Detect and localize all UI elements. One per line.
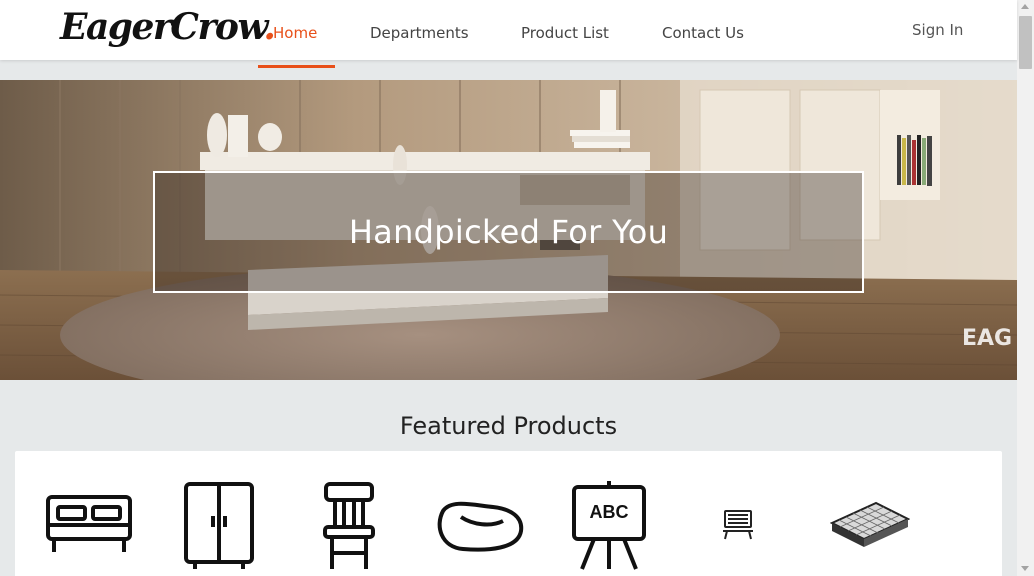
- svg-text:ABC: ABC: [590, 502, 629, 522]
- scroll-down-arrow-icon[interactable]: [1021, 566, 1029, 571]
- mattress-icon: [829, 501, 911, 547]
- category-mattress[interactable]: [829, 481, 911, 565]
- bed-icon: [46, 495, 132, 552]
- easel-board-icon: ABC: [572, 481, 646, 570]
- scroll-up-arrow-icon[interactable]: [1021, 4, 1029, 9]
- nav-contact-us[interactable]: Contact Us: [662, 24, 744, 42]
- nav-home[interactable]: Home: [273, 24, 317, 42]
- category-laptop[interactable]: [723, 481, 755, 565]
- nav-departments[interactable]: Departments: [370, 24, 469, 42]
- wardrobe-icon: [184, 482, 254, 569]
- laptop-icon: [723, 510, 753, 540]
- featured-categories-panel: ABC: [15, 451, 1002, 576]
- category-wardrobe[interactable]: [183, 481, 257, 575]
- hero-title: Handpicked For You: [348, 213, 669, 251]
- chair-icon: [323, 482, 375, 569]
- category-easel-board[interactable]: ABC: [570, 481, 650, 575]
- sign-in-link[interactable]: Sign In: [912, 21, 963, 39]
- scroll-thumb[interactable]: [1019, 16, 1032, 69]
- brand-logo[interactable]: EagerCrow.: [60, 6, 276, 48]
- page-scrollbar[interactable]: [1017, 0, 1034, 576]
- hero-title-box: Handpicked For You: [153, 171, 864, 293]
- category-bean-bag[interactable]: [433, 481, 525, 565]
- featured-products-title: Featured Products: [399, 412, 618, 440]
- category-bed[interactable]: [44, 481, 134, 565]
- hero-watermark: EAG: [962, 326, 1013, 351]
- site-header: EagerCrow. Home Departments Product List…: [0, 0, 1017, 60]
- bean-bag-icon: [437, 501, 524, 552]
- category-chair[interactable]: [322, 481, 378, 575]
- active-nav-indicator: [258, 65, 335, 68]
- nav-product-list[interactable]: Product List: [521, 24, 609, 42]
- hero-banner: Handpicked For You EAG: [0, 80, 1017, 380]
